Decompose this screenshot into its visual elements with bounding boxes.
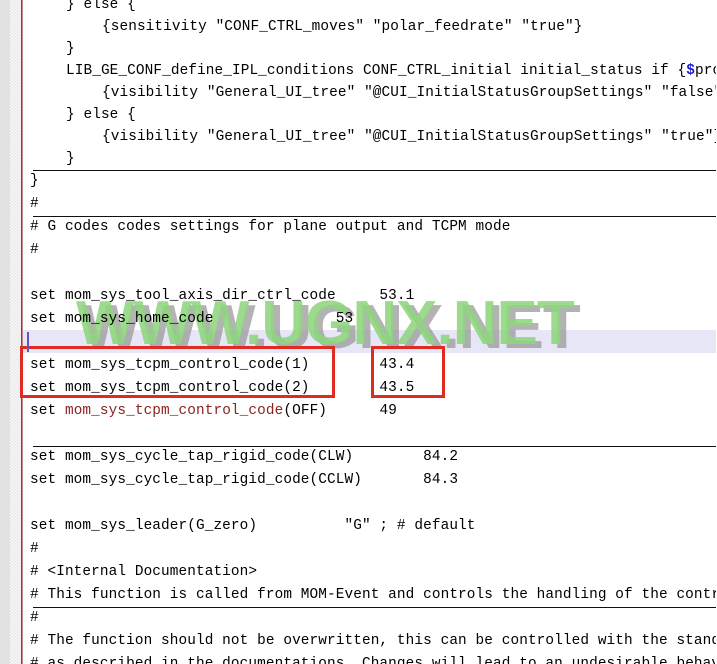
spellcheck-word: behavior (676, 653, 717, 664)
code-line[interactable]: } else { (23, 0, 136, 17)
text-caret (27, 332, 29, 352)
code-line-tcpm-off[interactable]: set mom_sys_tcpm_control_code(OFF) 49 (23, 400, 397, 423)
code-line[interactable]: {visibility "General_UI_tree" "@CUI_Init… (23, 82, 717, 105)
application-gutter (0, 0, 10, 664)
code-line[interactable]: # (23, 239, 39, 262)
code-line[interactable]: # This function is called from MOM-Event… (23, 584, 717, 607)
code-line[interactable]: } (23, 170, 39, 193)
code-line[interactable]: # The function should not be overwritten… (23, 630, 717, 653)
code-line[interactable]: {sensitivity "CONF_CTRL_moves" "polar_fe… (23, 16, 582, 39)
code-line-lib-ge-conf[interactable]: LIB_GE_CONF_define_IPL_conditions CONF_C… (23, 60, 717, 83)
code-line[interactable]: # G codes codes settings for plane outpu… (23, 216, 510, 239)
code-token-value: 49 (379, 403, 397, 419)
editor-breakpoint-gutter[interactable] (10, 0, 21, 664)
code-line[interactable]: set mom_sys_tcpm_control_code(1) 43.4 (23, 354, 414, 377)
code-line[interactable]: {visibility "General_UI_tree" "@CUI_Init… (23, 126, 717, 149)
code-line[interactable]: set mom_sys_cycle_tap_rigid_code(CCLW) 8… (23, 469, 458, 492)
code-line[interactable]: # <Internal Documentation> (23, 561, 257, 584)
code-line[interactable]: } else { (23, 104, 136, 127)
code-line[interactable]: set mom_sys_leader(G_zero) "G" ; # defau… (23, 515, 476, 538)
code-line[interactable]: } (23, 148, 75, 171)
current-line-highlight (23, 330, 717, 353)
code-editor-window: } else { {sensitivity "CONF_CTRL_moves" … (0, 0, 717, 664)
code-token-variable: mom_sys_tcpm_control_code (64, 403, 284, 419)
code-line[interactable]: # (23, 607, 39, 630)
code-line[interactable]: # (23, 538, 39, 561)
code-line[interactable]: set mom_sys_tool_axis_dir_ctrl_code 53.1 (23, 285, 414, 308)
code-line-behavior[interactable]: # as described in the documentations. Ch… (23, 653, 717, 664)
code-line[interactable]: # (23, 193, 39, 216)
code-token-plain: (OFF) (283, 403, 380, 419)
code-token-plain: LIB_GE_CONF_define_IPL_conditions CONF_C… (66, 63, 687, 79)
code-line[interactable]: set mom_sys_home_code 53 (23, 308, 353, 331)
code-token-plain: # as described in the documentations. Ch… (30, 656, 677, 664)
code-line[interactable]: set mom_sys_tcpm_control_code(2) 43.5 (23, 377, 414, 400)
comment-divider-rule (33, 607, 717, 608)
code-token-propvalue: propValue (695, 63, 717, 79)
code-line[interactable]: } (23, 38, 75, 61)
code-line[interactable]: set mom_sys_cycle_tap_rigid_code(CLW) 84… (23, 446, 458, 469)
comment-divider-rule (33, 170, 717, 171)
code-token-dollar: $ (686, 63, 695, 79)
code-token-plain: set (30, 403, 65, 419)
